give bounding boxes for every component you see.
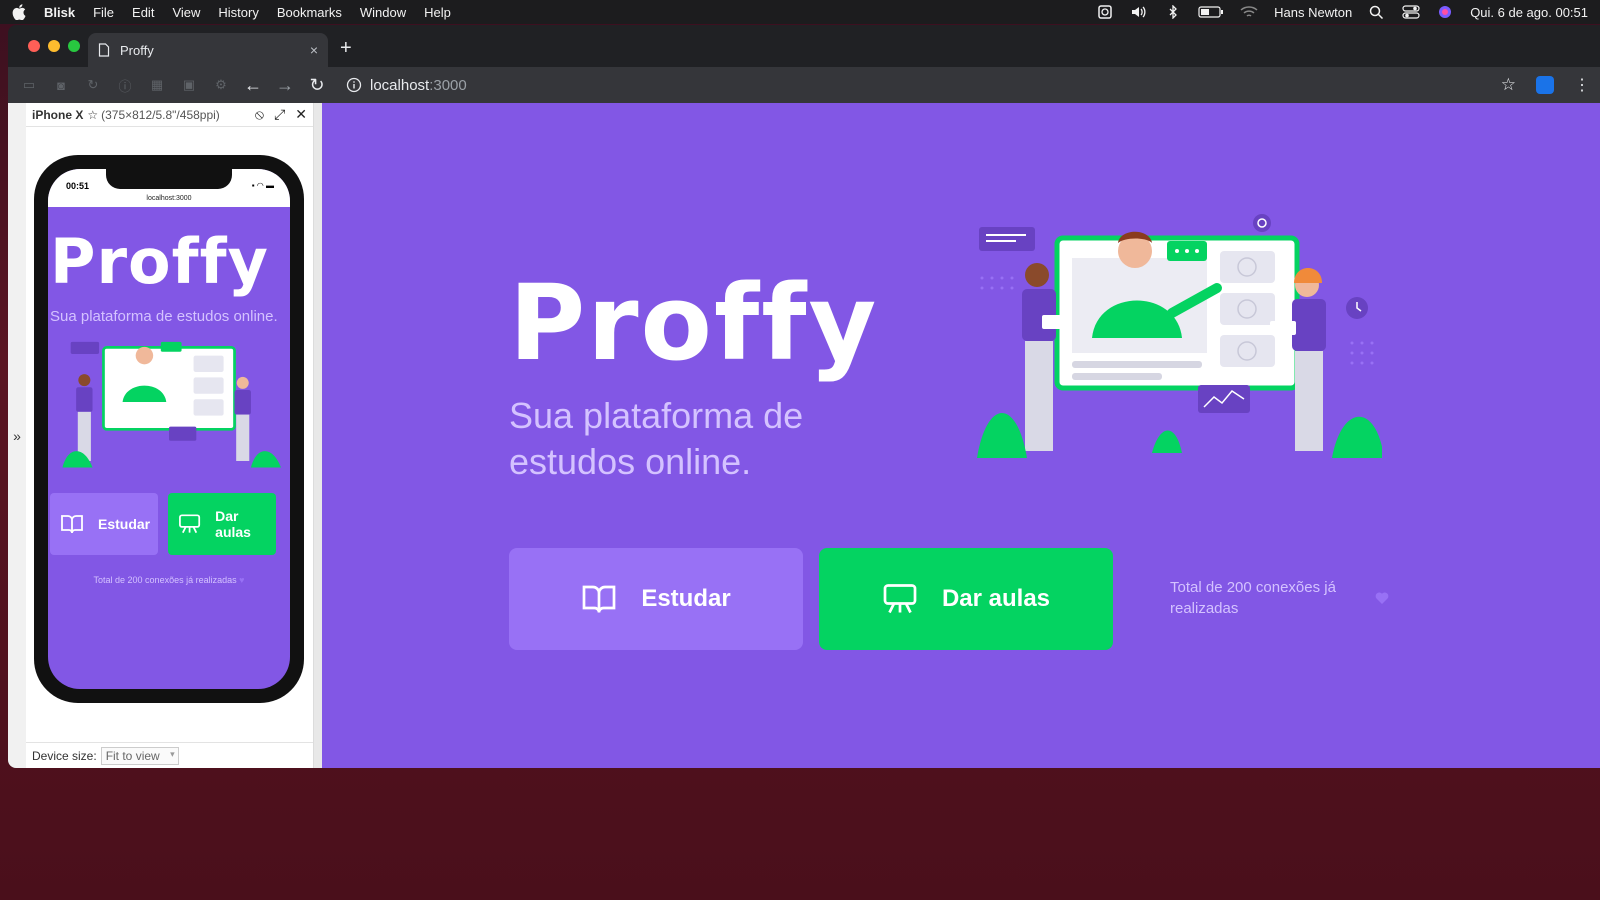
tab-bar: Proffy × + <box>8 25 1600 67</box>
blisk-extension-icon[interactable] <box>1536 76 1554 94</box>
control-center-icon[interactable] <box>1402 5 1420 19</box>
mobile-subtitle: Sua plataforma de estudos online. <box>50 308 278 325</box>
bookmark-star-icon[interactable]: ☆ <box>1501 75 1516 95</box>
wifi-icon[interactable] <box>1240 5 1258 19</box>
device-size-label: Device size: <box>32 748 97 763</box>
menu-app-name[interactable]: Blisk <box>44 5 75 20</box>
screenshot-icon[interactable]: ◙ <box>52 76 70 94</box>
bluetooth-icon[interactable] <box>1164 5 1182 19</box>
menu-file[interactable]: File <box>93 5 114 20</box>
rotate-icon[interactable]: ⦸ <box>255 106 264 123</box>
browser-window: Proffy × + ▭ ◙ ↻ ⓘ ▦ ▣ ⚙ ← → ↻ localhost… <box>8 25 1600 768</box>
phone-signal-icon: ▪ ◠ ▬ <box>251 181 274 190</box>
phone-frame: 00:51 ▪ ◠ ▬ localhost:3000 Proffy Sua pl… <box>34 155 304 703</box>
reload-icon[interactable]: ↻ <box>308 75 326 95</box>
info-icon[interactable]: ⓘ <box>116 76 134 94</box>
device-size-select[interactable]: Fit to view ▾ <box>100 746 179 765</box>
presentation-icon <box>179 514 201 534</box>
mobile-teach-label: Dar aulas <box>215 508 251 540</box>
mobile-study-button[interactable]: Estudar <box>50 493 158 555</box>
phone-notch <box>106 169 232 189</box>
book-open-icon <box>582 585 616 613</box>
favorite-star-icon[interactable]: ☆ <box>87 108 98 122</box>
device-size-value: Fit to view <box>105 748 160 763</box>
back-arrow-icon[interactable]: ← <box>244 75 262 95</box>
status-app-icon[interactable] <box>1096 5 1114 19</box>
browser-toolbar: ▭ ◙ ↻ ⓘ ▦ ▣ ⚙ ← → ↻ localhost:3000 ☆ ⋮ <box>8 67 1600 103</box>
minimize-window-button[interactable] <box>48 40 60 52</box>
proffy-landing-page: Proffy Sua plataforma de estudos online. <box>322 103 1600 768</box>
mobile-teach-button[interactable]: Dar aulas <box>168 493 276 555</box>
close-window-button[interactable] <box>28 40 40 52</box>
menu-bookmarks[interactable]: Bookmarks <box>277 5 342 20</box>
study-button[interactable]: Estudar <box>509 548 803 650</box>
sync-icon[interactable]: ↻ <box>84 76 102 94</box>
menu-window[interactable]: Window <box>360 5 406 20</box>
mobile-total-text: Total de 200 conexões já realizadas <box>93 575 237 585</box>
battery-icon[interactable] <box>1198 5 1224 19</box>
apple-icon[interactable] <box>12 4 26 20</box>
device-spec: (375×812/5.8"/458ppi) <box>101 107 220 122</box>
menu-edit[interactable]: Edit <box>132 5 154 20</box>
menu-help[interactable]: Help <box>424 5 451 20</box>
teach-button[interactable]: Dar aulas <box>819 548 1113 650</box>
device-header: iPhone X ☆ (375×812/5.8"/458ppi) ⦸ ⤢ ✕ <box>26 103 313 127</box>
hero-illustration <box>977 214 1382 458</box>
device-toggle-icon[interactable]: ▭ <box>20 76 38 94</box>
mobile-total-connections: Total de 200 conexões já realizadas ♥ <box>48 575 290 585</box>
menu-history[interactable]: History <box>218 5 258 20</box>
expand-icon[interactable]: ⤢ <box>274 106 285 123</box>
mobile-study-label: Estudar <box>98 516 151 532</box>
panel-expand-button[interactable]: » <box>8 103 26 768</box>
spotlight-search-icon[interactable] <box>1368 5 1386 19</box>
content-area: » iPhone X ☆ (375×812/5.8"/458ppi) ⦸ ⤢ ✕… <box>8 103 1600 768</box>
teach-label: Dar aulas <box>941 585 1051 612</box>
zoom-window-button[interactable] <box>68 40 80 52</box>
mobile-hero-illustration <box>62 341 281 468</box>
document-icon <box>98 43 110 57</box>
device-size-bar: Device size: Fit to view ▾ <box>26 742 313 768</box>
siri-icon[interactable] <box>1436 5 1454 19</box>
menubar-clock[interactable]: Qui. 6 de ago. 00:51 <box>1470 5 1588 20</box>
phone-url: localhost:3000 <box>146 195 192 202</box>
presentation-icon <box>883 584 917 614</box>
settings-gear-icon[interactable]: ⚙ <box>212 76 230 94</box>
mobile-logo: Proffy <box>50 225 269 298</box>
close-icon[interactable]: ✕ <box>295 106 307 123</box>
phone-time: 00:51 <box>66 181 90 191</box>
tab-title: Proffy <box>120 42 154 58</box>
tab-proffy[interactable]: Proffy × <box>88 33 328 67</box>
book-open-icon <box>61 515 83 534</box>
volume-icon[interactable] <box>1130 5 1148 19</box>
forward-arrow-icon[interactable]: → <box>276 75 294 95</box>
macos-menubar: Blisk File Edit View History Bookmarks W… <box>0 0 1600 24</box>
new-tab-button[interactable]: + <box>340 37 352 60</box>
tab-close-button[interactable]: × <box>310 42 318 58</box>
url-port: :3000 <box>429 76 467 94</box>
hero-subtitle: Sua plataforma de estudos online. <box>509 395 804 482</box>
panel-resize-handle[interactable] <box>314 103 322 768</box>
proffy-logo: Proffy <box>509 262 879 384</box>
device-panel: iPhone X ☆ (375×812/5.8"/458ppi) ⦸ ⤢ ✕ 0… <box>26 103 314 768</box>
heart-icon: ♥ <box>239 575 245 585</box>
phone-screen: 00:51 ▪ ◠ ▬ localhost:3000 Proffy Sua pl… <box>48 169 290 689</box>
study-label: Estudar <box>641 585 731 612</box>
address-bar[interactable]: localhost:3000 <box>346 77 467 94</box>
total-connections: Total de 200 conexões já realizadas <box>1170 579 1336 617</box>
menubar-username[interactable]: Hans Newton <box>1274 5 1352 20</box>
heart-icon <box>1375 592 1389 604</box>
chevron-down-icon: ▾ <box>170 748 175 759</box>
devtools-icon[interactable]: ▣ <box>180 76 198 94</box>
device-name[interactable]: iPhone X <box>32 108 83 122</box>
url-host: localhost <box>370 76 430 94</box>
window-controls <box>28 40 80 52</box>
site-info-icon[interactable] <box>346 77 362 93</box>
grid-icon[interactable]: ▦ <box>148 76 166 94</box>
menu-view[interactable]: View <box>172 5 200 20</box>
more-menu-icon[interactable]: ⋮ <box>1574 75 1590 95</box>
